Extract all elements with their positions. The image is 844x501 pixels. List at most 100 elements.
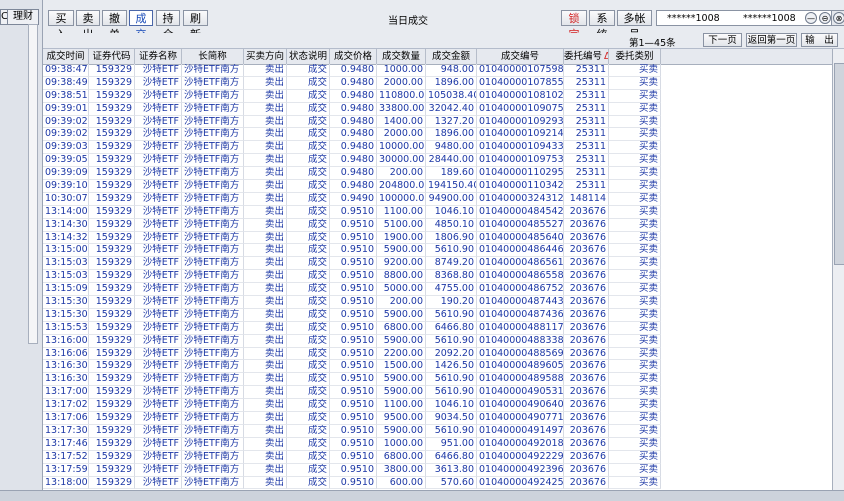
table-cell: 沙特ETF南方 [182, 373, 244, 387]
table-cell: 0.9510 [330, 424, 377, 438]
sell-button[interactable]: 卖出 [76, 10, 100, 41]
table-cell: 0104000010943302 [477, 141, 564, 155]
table-cell: 159329 [89, 128, 135, 142]
table-cell: 卖出 [244, 450, 287, 464]
table-row[interactable]: 09:39:02 159329 沙特ETF 沙特ETF南方 卖出 成交 0.9480 1400… [43, 115, 661, 129]
table-cell: 159329 [89, 76, 135, 90]
column-header[interactable]: 成交价格 [330, 49, 377, 64]
table-row[interactable]: 13:15:00 159329 沙特ETF 沙特ETF南方 卖出 成交 0.9510 5900… [43, 244, 661, 258]
column-header[interactable]: 证券代码 [89, 49, 135, 64]
column-header[interactable]: 买卖方向 [244, 49, 287, 64]
close-icon[interactable]: ⊗ [833, 12, 844, 24]
table-row[interactable]: 13:16:06 159329 沙特ETF 沙特ETF南方 卖出 成交 0.9510 2200… [43, 347, 661, 361]
table-row[interactable]: 13:17:59 159329 沙特ETF 沙特ETF南方 卖出 成交 0.9510 3800… [43, 463, 661, 477]
table-cell: 0104000048644670 [477, 244, 564, 258]
table-row[interactable]: 13:15:30 159329 沙特ETF 沙特ETF南方 卖出 成交 0.9510 200.… [43, 296, 661, 309]
table-cell: 卖出 [244, 76, 287, 90]
column-header[interactable]: 状态说明 [287, 49, 330, 64]
table-row[interactable]: 13:15:03 159329 沙特ETF 沙特ETF南方 卖出 成交 0.9510 8800… [43, 270, 661, 284]
table-cell: 沙特ETF南方 [182, 308, 244, 322]
table-cell: 沙特ETF南方 [182, 476, 244, 490]
table-cell: 沙特ETF南方 [182, 399, 244, 413]
scrollbar-thumb[interactable] [834, 63, 844, 265]
table-cell: 卖出 [244, 244, 287, 258]
table-row[interactable]: 13:16:30 159329 沙特ETF 沙特ETF南方 卖出 成交 0.9510 1500… [43, 360, 661, 374]
column-header[interactable]: 长简称 [182, 49, 244, 64]
table-cell: 159329 [89, 115, 135, 129]
first-page-button[interactable]: 返回第一页 [746, 33, 797, 47]
table-cell: 成交 [287, 424, 330, 438]
vertical-scrollbar[interactable] [832, 49, 844, 490]
column-header[interactable]: 成交编号 [477, 49, 564, 64]
column-header[interactable]: 成交时间 [43, 49, 89, 64]
table-cell: 1000.00 [377, 437, 426, 451]
positions-button[interactable]: 持仓 [156, 10, 180, 41]
table-row[interactable]: 09:39:03 159329 沙特ETF 沙特ETF南方 卖出 成交 0.9480 1000… [43, 141, 661, 155]
table-row[interactable]: 13:16:00 159329 沙特ETF 沙特ETF南方 卖出 成交 0.9510 5900… [43, 334, 661, 348]
table-row[interactable]: 10:30:07 159329 沙特ETF 沙特ETF南方 卖出 成交 0.9490 1000… [43, 192, 661, 206]
trades-table: 成交时间 证券代码 证券名称 长简称 买卖方向 状态说明 成交价格 成交数量 成交金额 成交编号委… [43, 49, 832, 490]
column-header[interactable]: 委托类别 [609, 49, 661, 64]
table-cell: 0.9480 [330, 89, 377, 103]
table-row[interactable]: 13:14:00 159329 沙特ETF 沙特ETF南方 卖出 成交 0.9510 1100… [43, 205, 661, 219]
table-row[interactable]: 13:17:30 159329 沙特ETF 沙特ETF南方 卖出 成交 0.9510 5900… [43, 424, 661, 438]
refresh-button[interactable]: 刷新 [183, 10, 208, 41]
table-row[interactable]: 13:17:02 159329 沙特ETF 沙特ETF南方 卖出 成交 0.9510 1100… [43, 399, 661, 413]
table-row[interactable]: 09:39:02 159329 沙特ETF 沙特ETF南方 卖出 成交 0.9480 2000… [43, 128, 661, 142]
table-row[interactable]: 13:15:09 159329 沙特ETF 沙特ETF南方 卖出 成交 0.9510 5000… [43, 283, 661, 297]
table-row[interactable]: 13:15:03 159329 沙特ETF 沙特ETF南方 卖出 成交 0.9510 9200… [43, 257, 661, 271]
table-cell: 沙特ETF [135, 141, 182, 155]
multi-account-button[interactable]: 多帐号 [617, 10, 652, 41]
table-row[interactable]: 09:39:09 159329 沙特ETF 沙特ETF南方 卖出 成交 0.9480 200.… [43, 167, 661, 181]
system-button[interactable]: 系统 [589, 10, 615, 41]
table-cell: 0104000048743600 [477, 308, 564, 322]
table-row[interactable]: 09:39:01 159329 沙特ETF 沙特ETF南方 卖出 成交 0.9480 3380… [43, 102, 661, 116]
table-cell: 0104000048958849 [477, 373, 564, 387]
table-row[interactable]: 13:16:30 159329 沙特ETF 沙特ETF南方 卖出 成交 0.9510 5900… [43, 373, 661, 387]
table-header: 成交时间 证券代码 证券名称 长简称 买卖方向 状态说明 成交价格 成交数量 成交金额 成交编号委… [43, 49, 832, 65]
table-cell: 2200.00 [377, 347, 426, 361]
trades-tab-button[interactable]: 成交 [129, 10, 153, 41]
left-tab-wealth[interactable]: 理财 [7, 9, 39, 25]
table-row[interactable]: 13:15:30 159329 沙特ETF 沙特ETF南方 卖出 成交 0.9510 5900… [43, 308, 661, 322]
buy-button[interactable]: 买入 [48, 10, 74, 41]
table-row[interactable]: 09:39:10 159329 沙特ETF 沙特ETF南方 卖出 成交 0.9480 2048… [43, 180, 661, 193]
table-cell: 25311 [564, 89, 609, 103]
table-row[interactable]: 13:15:53 159329 沙特ETF 沙特ETF南方 卖出 成交 0.9510 6800… [43, 321, 661, 335]
table-row[interactable]: 13:17:00 159329 沙特ETF 沙特ETF南方 卖出 成交 0.9510 5900… [43, 386, 661, 400]
table-cell: 5610.90 [426, 386, 477, 400]
minimize-icon[interactable]: — [805, 12, 817, 24]
table-cell: 买卖 [609, 412, 661, 425]
table-cell: 卖出 [244, 102, 287, 116]
table-row[interactable]: 13:17:52 159329 沙特ETF 沙特ETF南方 卖出 成交 0.9510 6800… [43, 450, 661, 464]
table-row[interactable]: 13:17:46 159329 沙特ETF 沙特ETF南方 卖出 成交 0.9510 1000… [43, 437, 661, 451]
table-cell: 2092.20 [426, 347, 477, 361]
table-row[interactable]: 09:38:47 159329 沙特ETF 沙特ETF南方 卖出 成交 0.9480 1000… [43, 64, 661, 77]
lock-button[interactable]: 锁定 [561, 10, 587, 41]
table-row[interactable]: 09:38:51 159329 沙特ETF 沙特ETF南方 卖出 成交 0.9480 1108… [43, 89, 661, 103]
table-cell: 948.00 [426, 64, 477, 77]
column-header[interactable]: 成交数量 [377, 49, 426, 64]
column-header[interactable]: 成交金额 [426, 49, 477, 64]
restore-icon[interactable]: ⊖ [819, 12, 831, 24]
table-row[interactable]: 13:18:00 159329 沙特ETF 沙特ETF南方 卖出 成交 0.9510 600.… [43, 476, 661, 490]
column-header[interactable]: 证券名称 [135, 49, 182, 64]
table-row[interactable]: 09:38:49 159329 沙特ETF 沙特ETF南方 卖出 成交 0.9480 2000… [43, 76, 661, 90]
table-cell: 卖出 [244, 167, 287, 181]
table-cell: 203676 [564, 205, 609, 219]
export-button[interactable]: 输 出 [801, 33, 838, 47]
next-page-button[interactable]: 下一页 [703, 33, 742, 47]
table-cell: 0.9510 [330, 321, 377, 335]
table-cell: 13:16:30 [43, 360, 89, 374]
table-cell: 卖出 [244, 115, 287, 129]
table-row[interactable]: 13:17:06 159329 沙特ETF 沙特ETF南方 卖出 成交 0.9510 9500… [43, 412, 661, 425]
table-row[interactable]: 13:14:30 159329 沙特ETF 沙特ETF南方 卖出 成交 0.9510 5100… [43, 218, 661, 232]
table-row[interactable]: 09:39:05 159329 沙特ETF 沙特ETF南方 卖出 成交 0.9480 3000… [43, 154, 661, 168]
left-scrollbar[interactable] [28, 24, 38, 344]
table-cell: 买卖 [609, 321, 661, 335]
table-row[interactable]: 13:14:32 159329 沙特ETF 沙特ETF南方 卖出 成交 0.9510 1900… [43, 231, 661, 245]
column-header[interactable]: 委托编号Δ [564, 49, 609, 64]
table-cell: 沙特ETF [135, 463, 182, 477]
table-cell: 203676 [564, 399, 609, 413]
cancel-order-button[interactable]: 撤单 [102, 10, 127, 41]
